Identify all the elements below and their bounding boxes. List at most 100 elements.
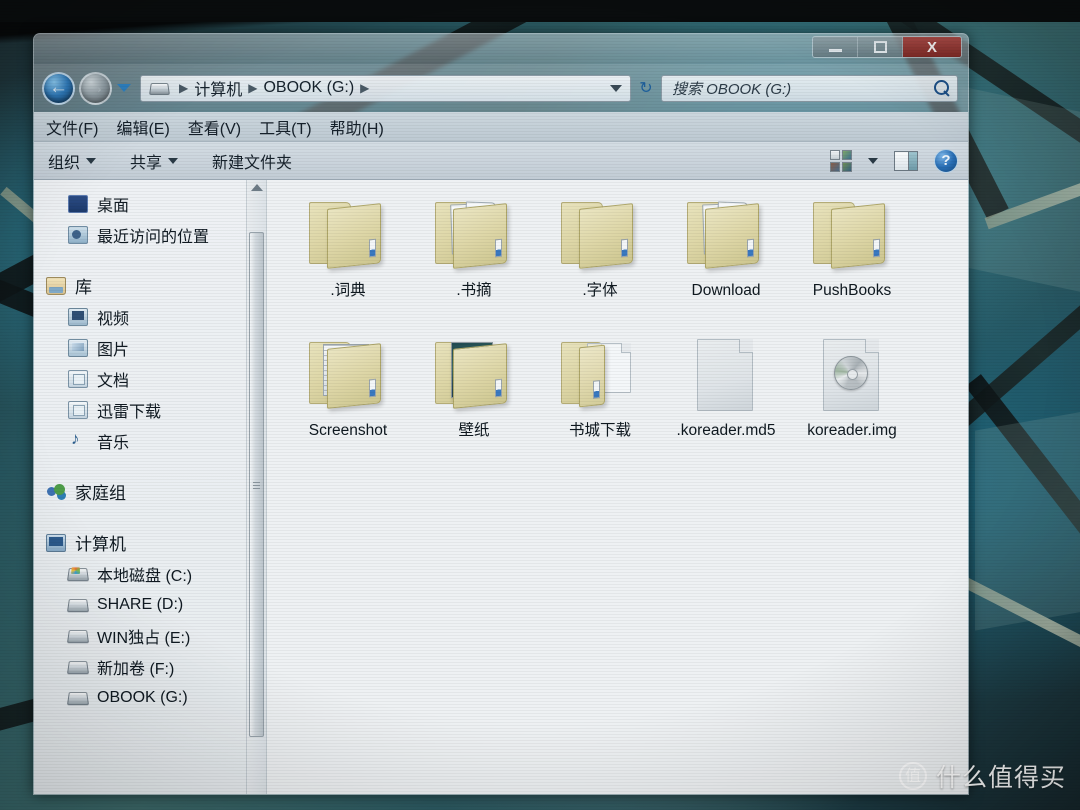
empty-folder-icon	[553, 336, 647, 418]
sidebar-item-desktop[interactable]: 桌面	[34, 188, 266, 219]
breadcrumb-obook-drive[interactable]: OBOOK (G:)	[263, 79, 354, 97]
sidebar-item-videos[interactable]: 视频	[34, 301, 266, 332]
homegroup-icon	[46, 483, 66, 501]
maximize-button[interactable]	[858, 37, 903, 57]
sidebar-item-computer[interactable]: 计算机	[34, 527, 266, 558]
organize-label: 组织	[48, 154, 81, 172]
folder-with-documents-icon	[427, 196, 521, 278]
desktop-icon	[68, 194, 88, 213]
sidebar-item-label: 计算机	[75, 535, 126, 554]
watermark-text: 什么值得买	[935, 763, 1066, 792]
music-icon	[68, 429, 88, 450]
folder-with-documents-icon	[679, 196, 773, 278]
sidebar-item-label: 最近访问的位置	[97, 228, 210, 246]
drive-icon	[66, 598, 90, 612]
sidebar-item-music[interactable]: 音乐	[34, 425, 266, 456]
sidebar-item-label: 家庭组	[75, 484, 126, 503]
breadcrumb-separator-icon[interactable]: ▶	[360, 81, 369, 95]
back-button[interactable]: ←	[42, 71, 75, 105]
breadcrumb-computer[interactable]: 计算机	[194, 76, 242, 100]
recent-pages-dropdown-icon[interactable]	[117, 84, 131, 92]
maximize-icon	[873, 41, 887, 53]
sidebar-item-label: 迅雷下载	[97, 403, 162, 421]
close-button[interactable]: X	[903, 37, 961, 57]
sidebar-item-local-disk-c[interactable]: 本地磁盘 (C:)	[34, 558, 266, 589]
sidebar-item-label: 本地磁盘 (C:)	[97, 567, 193, 585]
navigation-pane: 桌面 最近访问的位置 库 视频 图片 文档 迅雷下载 ♪ 音乐 家庭组 计算机 …	[34, 180, 266, 794]
sidebar-item-recent-places[interactable]: 最近访问的位置	[34, 219, 266, 250]
window-controls: X	[812, 36, 962, 58]
file-item-label: Download	[691, 282, 761, 299]
sidebar-item-pictures[interactable]: 图片	[34, 332, 266, 363]
menu-file[interactable]: 文件(F)	[46, 115, 98, 139]
sidebar-scrollbar[interactable]	[246, 180, 266, 794]
menu-tools[interactable]: 工具(T)	[259, 115, 311, 139]
file-item[interactable]: .词典	[285, 196, 411, 336]
file-item[interactable]: 壁纸	[411, 336, 537, 476]
organize-button[interactable]: 组织	[48, 149, 97, 173]
menu-help[interactable]: 帮助(H)	[330, 115, 384, 139]
command-toolbar: 组织 共享 新建文件夹 ?	[34, 142, 968, 180]
file-item[interactable]: .koreader.md5	[663, 336, 789, 476]
breadcrumb-separator-icon: ▶	[248, 81, 258, 95]
sidebar-item-new-volume-f[interactable]: 新加卷 (F:)	[34, 651, 266, 682]
file-item-label: .字体	[582, 282, 618, 299]
search-box[interactable]: 搜索 OBOOK (G:)	[661, 74, 958, 102]
disc-image-file-icon	[805, 336, 899, 418]
file-item[interactable]: Screenshot	[285, 336, 411, 476]
menu-view[interactable]: 查看(V)	[188, 115, 241, 139]
sidebar-item-share-d[interactable]: SHARE (D:)	[34, 589, 266, 620]
share-button[interactable]: 共享	[130, 149, 179, 173]
refresh-button[interactable]: ↻	[635, 77, 657, 99]
file-item[interactable]: 书城下载	[537, 336, 663, 476]
watermark: 值 什么值得买	[898, 758, 1066, 794]
file-item-label: .书摘	[456, 282, 492, 299]
file-list-pane[interactable]: .词典 .书摘 .字体 Download PushBooks Screensho…	[266, 180, 968, 794]
drive-icon	[66, 629, 90, 643]
view-mode-icon[interactable]	[830, 149, 852, 172]
file-item-label: 书城下载	[568, 422, 631, 439]
scroll-up-arrow-icon[interactable]	[251, 184, 263, 191]
recent-places-icon	[68, 225, 88, 244]
sidebar-item-win-e[interactable]: WIN独占 (E:)	[34, 620, 266, 651]
search-input[interactable]: 搜索 OBOOK (G:)	[672, 78, 933, 99]
file-item[interactable]: Download	[663, 196, 789, 336]
file-item[interactable]: .书摘	[411, 196, 537, 336]
sidebar-item-obook-g[interactable]: OBOOK (G:)	[34, 682, 266, 713]
folder-icon	[805, 196, 899, 278]
chevron-down-icon[interactable]	[610, 84, 622, 92]
sidebar-item-label: 文档	[97, 372, 130, 390]
sidebar-item-libraries[interactable]: 库	[34, 270, 266, 301]
sidebar-item-label: SHARE (D:)	[97, 595, 184, 613]
menu-edit[interactable]: 编辑(E)	[116, 115, 169, 139]
folder-with-screenshots-icon	[301, 336, 395, 418]
file-item-label: Screenshot	[308, 422, 388, 439]
menu-bar: 文件(F) 编辑(E) 查看(V) 工具(T) 帮助(H)	[34, 112, 968, 142]
chevron-down-icon	[168, 157, 179, 164]
sidebar-item-homegroup[interactable]: 家庭组	[34, 476, 266, 507]
sidebar-item-label: OBOOK (G:)	[97, 688, 188, 706]
preview-pane-icon[interactable]	[894, 150, 918, 171]
sidebar-item-documents[interactable]: 文档	[34, 363, 266, 394]
file-item[interactable]: PushBooks	[789, 196, 915, 336]
drive-icon	[149, 82, 170, 95]
minimize-button[interactable]	[813, 37, 858, 57]
sidebar-item-label: 桌面	[97, 197, 130, 215]
help-button[interactable]: ?	[934, 148, 958, 173]
sidebar-item-label: 视频	[97, 310, 130, 328]
new-folder-button[interactable]: 新建文件夹	[212, 149, 292, 173]
address-bar[interactable]: ▶ 计算机 ▶ OBOOK (G:) ▶	[140, 74, 631, 102]
navigation-bar: ← → ▶ 计算机 ▶ OBOOK (G:) ▶ ↻ 搜索 OBOOK (G:)	[34, 64, 968, 112]
minimize-icon	[828, 49, 842, 52]
file-item[interactable]: koreader.img	[789, 336, 915, 476]
folder-icon	[553, 196, 647, 278]
wallpaper-top-edge	[0, 0, 1080, 22]
scrollbar-thumb[interactable]	[249, 232, 264, 737]
file-item[interactable]: .字体	[537, 196, 663, 336]
drive-icon	[66, 660, 90, 674]
window-title-bar[interactable]: X	[34, 34, 968, 64]
sidebar-item-thunder-download[interactable]: 迅雷下载	[34, 394, 266, 425]
share-label: 共享	[130, 154, 163, 172]
chevron-down-icon[interactable]	[868, 157, 878, 164]
forward-button[interactable]: →	[79, 71, 112, 105]
